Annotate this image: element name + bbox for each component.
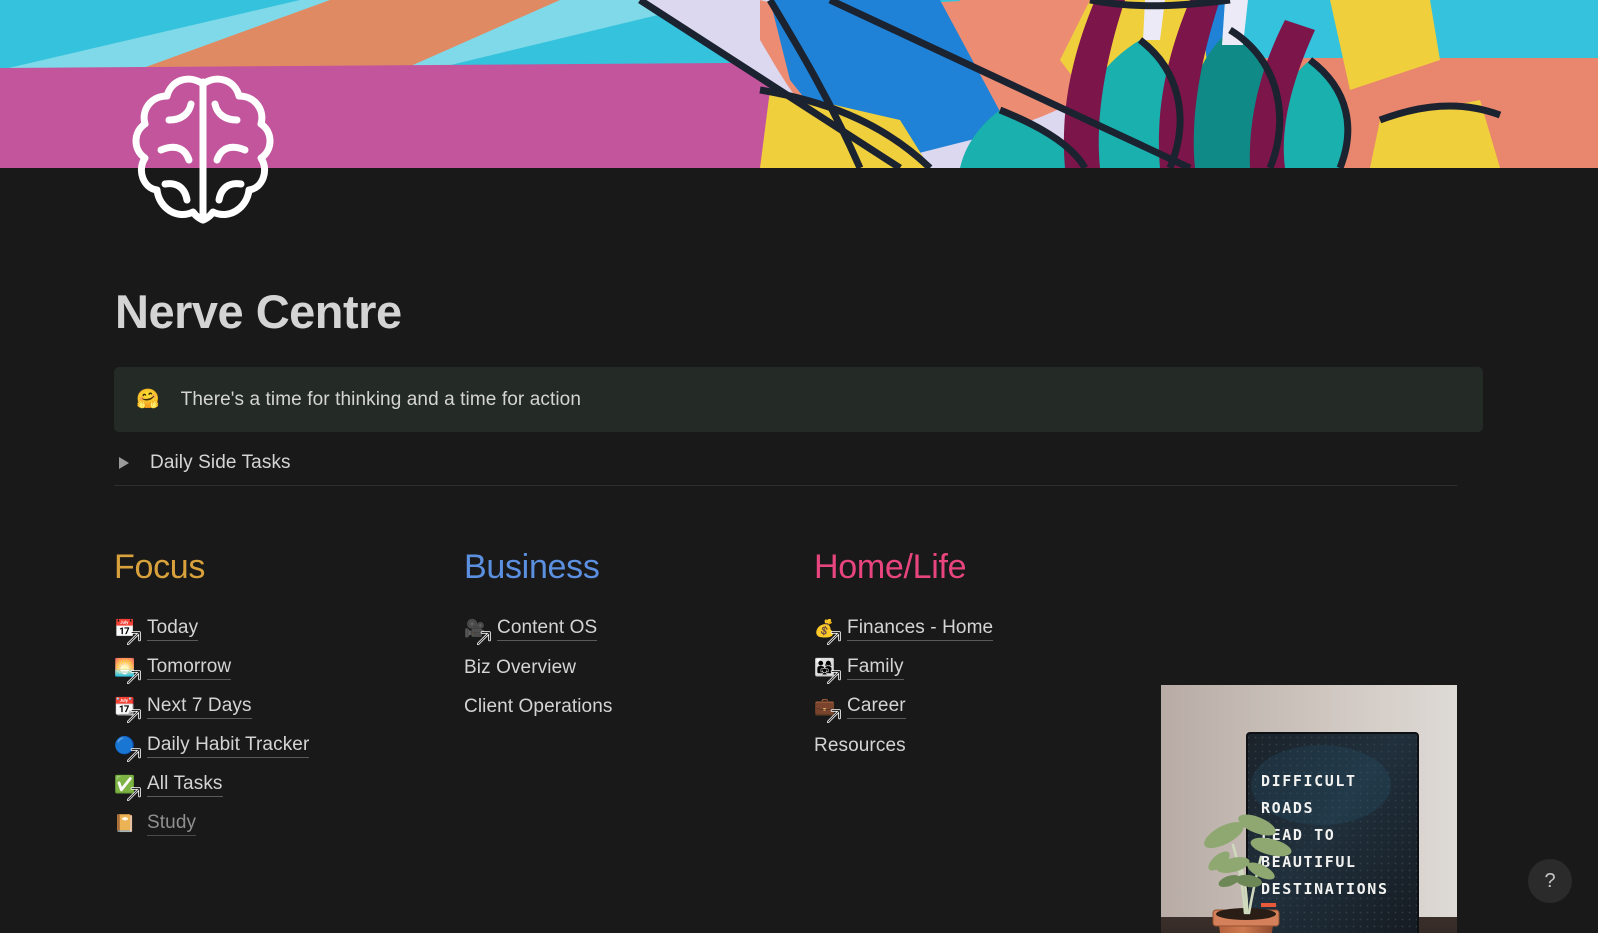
briefcase-emoji: 💼 bbox=[814, 696, 841, 723]
link-arrow-icon bbox=[477, 630, 492, 645]
link-study[interactable]: 📔 Study bbox=[114, 804, 464, 843]
question-mark-icon: ? bbox=[1544, 869, 1556, 892]
callout-block[interactable]: 🤗 There's a time for thinking and a time… bbox=[114, 367, 1483, 432]
money-bag-emoji: 💰 bbox=[814, 618, 841, 645]
text-resources: Resources bbox=[814, 726, 1164, 765]
link-label: Career bbox=[847, 695, 906, 719]
link-arrow-icon bbox=[127, 630, 142, 645]
notion-page: Nerve Centre 🤗 There's a time for thinki… bbox=[0, 0, 1598, 933]
link-finances-home[interactable]: 💰 Finances - Home bbox=[814, 609, 1164, 648]
tear-off-calendar-emoji: 📆 bbox=[114, 696, 141, 723]
callout-text: There's a time for thinking and a time f… bbox=[180, 388, 581, 410]
help-button[interactable]: ? bbox=[1528, 859, 1572, 903]
link-next-7-days[interactable]: 📆 Next 7 Days bbox=[114, 687, 464, 726]
link-arrow-icon bbox=[127, 669, 142, 684]
column-home-life: Home/Life 💰 Finances - Home 👨‍👩‍👧 bbox=[814, 548, 1164, 843]
notebook-emoji: 📔 bbox=[114, 813, 136, 834]
divider bbox=[114, 485, 1457, 486]
link-arrow-icon bbox=[827, 708, 842, 723]
link-label: Content OS bbox=[497, 617, 598, 641]
text-label: Resources bbox=[814, 734, 906, 756]
link-tomorrow[interactable]: 🌅 Tomorrow bbox=[114, 648, 464, 687]
link-today[interactable]: 📅 Today bbox=[114, 609, 464, 648]
triangle-right-icon[interactable] bbox=[114, 454, 132, 472]
link-arrow-icon bbox=[827, 669, 842, 684]
blue-circle-emoji: 🔵 bbox=[114, 735, 141, 762]
link-arrow-icon bbox=[127, 708, 142, 723]
link-label: Today bbox=[147, 617, 199, 641]
photo-plant-letterboard[interactable]: DIFFICULT ROADS LEAD TO BEAUTIFUL DESTIN… bbox=[1161, 685, 1457, 933]
link-label: Tomorrow bbox=[147, 656, 232, 680]
link-label: Daily Habit Tracker bbox=[147, 734, 310, 758]
link-label: Finances - Home bbox=[847, 617, 994, 641]
link-label: Next 7 Days bbox=[147, 695, 252, 719]
link-arrow-icon bbox=[127, 786, 142, 801]
link-label: Study bbox=[147, 812, 197, 836]
toggle-daily-side-tasks[interactable]: Daily Side Tasks bbox=[114, 446, 291, 480]
column-heading-focus: Focus bbox=[114, 548, 206, 586]
svg-text:DIFFICULT: DIFFICULT bbox=[1261, 772, 1357, 790]
svg-text:DESTINATIONS: DESTINATIONS bbox=[1261, 880, 1389, 898]
column-heading-business: Business bbox=[464, 548, 600, 586]
link-career[interactable]: 💼 Career bbox=[814, 687, 1164, 726]
calendar-emoji: 📅 bbox=[114, 618, 141, 645]
sunrise-emoji: 🌅 bbox=[114, 657, 141, 684]
link-family[interactable]: 👨‍👩‍👧 Family bbox=[814, 648, 1164, 687]
family-emoji: 👨‍👩‍👧 bbox=[814, 657, 841, 684]
movie-camera-emoji: 🎥 bbox=[464, 618, 491, 645]
text-label: Client Operations bbox=[464, 695, 613, 717]
column-focus: Focus 📅 Today 🌅 Tomorrow 📆 Next 7 Days 🔵… bbox=[114, 548, 464, 843]
check-mark-emoji: ✅ bbox=[114, 774, 141, 801]
link-content-os[interactable]: 🎥 Content OS bbox=[464, 609, 814, 648]
link-arrow-icon bbox=[827, 630, 842, 645]
column-heading-home-life: Home/Life bbox=[814, 548, 967, 586]
link-all-tasks[interactable]: ✅ All Tasks bbox=[114, 765, 464, 804]
text-biz-overview: Biz Overview bbox=[464, 648, 814, 687]
link-daily-habit-tracker[interactable]: 🔵 Daily Habit Tracker bbox=[114, 726, 464, 765]
media-column: DIFFICULT ROADS LEAD TO BEAUTIFUL DESTIN… bbox=[1161, 685, 1457, 933]
link-label: Family bbox=[847, 656, 904, 680]
link-arrow-icon bbox=[127, 747, 142, 762]
text-client-operations: Client Operations bbox=[464, 687, 814, 726]
column-business: Business 🎥 Content OS Biz Overview Clien… bbox=[464, 548, 814, 843]
brain-icon[interactable] bbox=[131, 72, 275, 224]
hugging-face-emoji: 🤗 bbox=[136, 388, 160, 410]
toggle-label: Daily Side Tasks bbox=[150, 452, 291, 473]
text-label: Biz Overview bbox=[464, 656, 577, 678]
page-title: Nerve Centre bbox=[115, 285, 402, 338]
svg-text:ROADS: ROADS bbox=[1261, 799, 1314, 817]
link-label: All Tasks bbox=[147, 773, 223, 797]
